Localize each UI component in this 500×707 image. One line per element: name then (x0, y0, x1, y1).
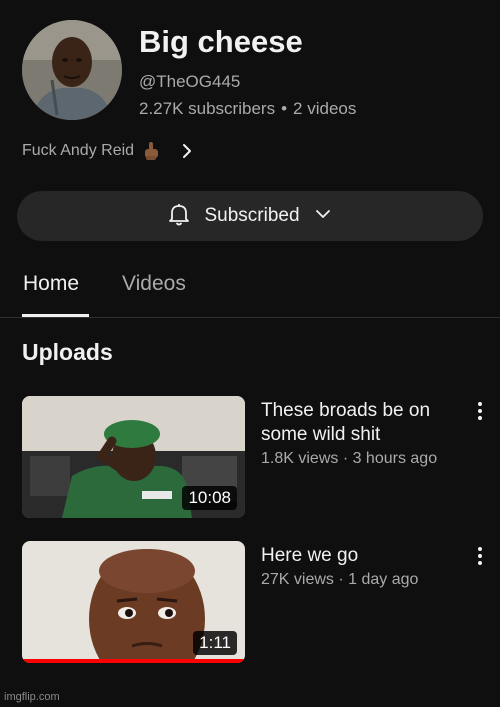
watch-progress-bar (22, 659, 245, 663)
tab-videos[interactable]: Videos (122, 272, 186, 296)
video-meta: 1.8K views · 3 hours ago (261, 450, 438, 467)
more-options-icon[interactable] (472, 545, 488, 567)
active-tab-indicator (22, 314, 89, 317)
section-title: Uploads (22, 339, 113, 365)
video-thumbnail[interactable]: 1:11 (22, 541, 245, 663)
video-duration: 1:11 (193, 631, 237, 655)
description-text: Fuck Andy Reid (22, 142, 135, 159)
channel-tabs: Home Videos (0, 262, 500, 318)
channel-name: Big cheese (139, 24, 303, 59)
video-item[interactable]: 1:11 Here we go 27K views · 1 day ago (0, 541, 500, 666)
tab-home[interactable]: Home (23, 272, 79, 296)
chevron-right-icon[interactable] (176, 140, 198, 162)
subscribed-label: Subscribed (204, 205, 300, 226)
channel-avatar[interactable] (22, 20, 122, 120)
watermark: imgflip.com (4, 691, 60, 703)
subscriber-count: 2.27K subscribers (139, 99, 276, 118)
channel-description[interactable]: Fuck Andy Reid (22, 140, 198, 162)
video-item[interactable]: 10:08 These broads be on some wild shit … (0, 396, 500, 521)
video-duration: 10:08 (182, 486, 237, 510)
subscribed-button[interactable]: Subscribed (17, 191, 483, 241)
video-thumbnail[interactable]: 10:08 (22, 396, 245, 518)
video-meta: 27K views · 1 day ago (261, 571, 419, 588)
video-count: 2 videos (293, 99, 357, 118)
middle-finger-emoji-icon (140, 140, 162, 162)
video-title[interactable]: These broads be on some wild shit (261, 399, 466, 447)
avatar-image (22, 20, 122, 120)
channel-handle: @TheOG445 (139, 72, 241, 91)
chevron-down-icon (312, 203, 334, 230)
video-title[interactable]: Here we go (261, 544, 466, 568)
channel-stats: 2.27K subscribers • 2 videos (139, 99, 356, 119)
stats-separator: • (281, 99, 288, 118)
more-options-icon[interactable] (472, 400, 488, 422)
bell-icon (166, 201, 192, 232)
